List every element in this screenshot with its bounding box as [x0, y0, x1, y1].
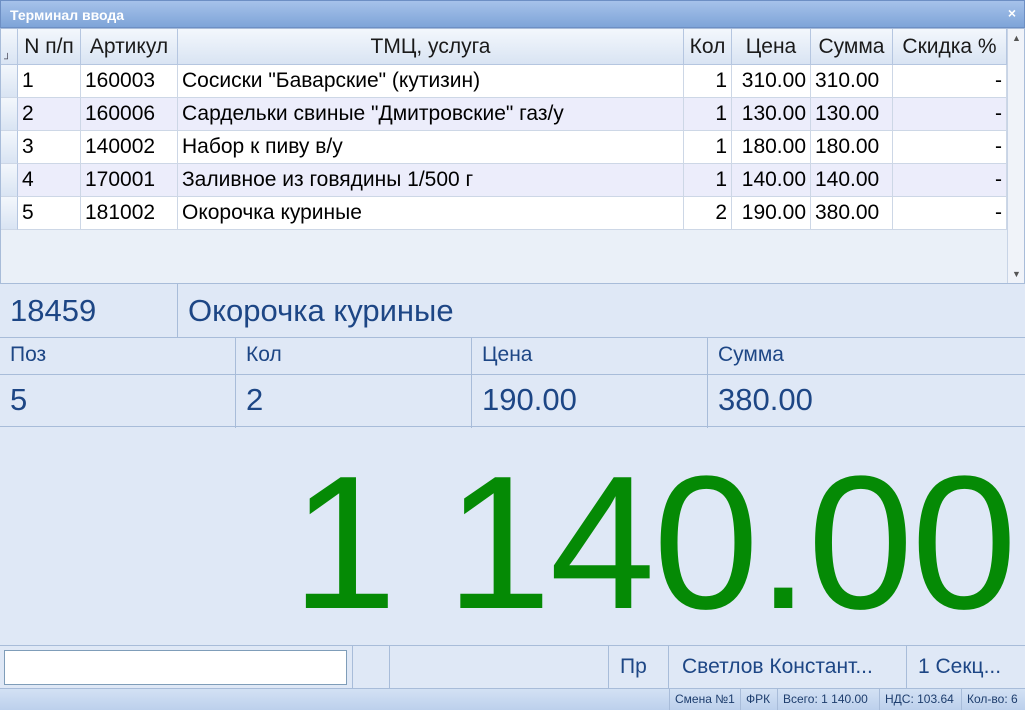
column-header-qty[interactable]: Кол	[684, 29, 732, 65]
cell-price: 190.00	[732, 197, 811, 230]
stat-sum-value: 380.00	[718, 382, 813, 417]
column-header-name[interactable]: ТМЦ, услуга	[178, 29, 684, 65]
grid-body: 1 160003 Сосиски "Баварские" (кутизин) 1…	[1, 65, 1007, 230]
column-header-article[interactable]: Артикул	[81, 29, 178, 65]
row-indicator[interactable]	[1, 65, 18, 98]
cell-qty: 1	[684, 65, 732, 98]
window-title: Терминал ввода	[10, 7, 125, 23]
cell-price: 140.00	[732, 164, 811, 197]
section-name: 1 Секц...	[906, 646, 1025, 688]
cell-discount: -	[893, 98, 1007, 131]
stat-separator	[0, 374, 235, 375]
cell-n: 5	[18, 197, 81, 230]
row-indicator[interactable]	[1, 98, 18, 131]
table-row[interactable]: 2 160006 Сардельки свиные "Дмитровские" …	[1, 98, 1007, 131]
cell-n: 2	[18, 98, 81, 131]
cell-n: 1	[18, 65, 81, 98]
stat-quantity-label: Кол	[246, 343, 282, 366]
column-header-sum[interactable]: Сумма	[811, 29, 893, 65]
cell-qty: 1	[684, 131, 732, 164]
cell-discount: -	[893, 131, 1007, 164]
close-icon[interactable]: ×	[1008, 5, 1016, 21]
cell-name: Заливное из говядины 1/500 г	[178, 164, 684, 197]
row-indicator[interactable]	[1, 164, 18, 197]
stat-position-value: 5	[10, 382, 28, 417]
cell-article: 181002	[81, 197, 178, 230]
grid-scrollbar[interactable]: ▲ ▼	[1007, 29, 1024, 283]
stat-sum: Сумма 380.00	[708, 338, 1025, 428]
cell-price: 310.00	[732, 65, 811, 98]
cell-price: 130.00	[732, 98, 811, 131]
column-header-price[interactable]: Цена	[732, 29, 811, 65]
stat-separator	[708, 374, 1025, 375]
empty-cell	[352, 646, 388, 688]
status-total: Всего: 1 140.00	[777, 689, 873, 710]
barcode-input[interactable]	[4, 650, 347, 685]
cell-qty: 2	[684, 197, 732, 230]
window-titlebar: Терминал ввода ×	[0, 0, 1025, 28]
column-header-n[interactable]: N п/п	[18, 29, 81, 65]
stat-position-label: Поз	[10, 343, 47, 366]
scroll-up-icon[interactable]: ▲	[1012, 33, 1021, 43]
row-indicator[interactable]	[1, 131, 18, 164]
cell-name: Окорочка куриные	[178, 197, 684, 230]
stat-price: Цена 190.00	[472, 338, 708, 428]
cell-n: 4	[18, 164, 81, 197]
current-item-name: Окорочка куриные	[188, 293, 454, 328]
total-display: 1 140.00	[0, 428, 1025, 644]
stat-quantity: Кол 2	[236, 338, 472, 428]
stat-separator	[472, 374, 707, 375]
status-shift: Смена №1	[669, 689, 740, 710]
table-row[interactable]: 5 181002 Окорочка куриные 2 190.00 380.0…	[1, 197, 1007, 230]
table-row[interactable]: 3 140002 Набор к пиву в/у 1 180.00 180.0…	[1, 131, 1007, 164]
cell-qty: 1	[684, 164, 732, 197]
status-vat: НДС: 103.64	[879, 689, 959, 710]
cashier-name: Светлов Констант...	[668, 646, 906, 688]
cell-article: 160006	[81, 98, 178, 131]
stats-divider	[0, 426, 1025, 427]
status-count: Кол-во: 6	[961, 689, 1023, 710]
empty-cell	[389, 646, 608, 688]
cell-price: 180.00	[732, 131, 811, 164]
grand-total: 1 140.00	[291, 437, 1017, 649]
items-grid: ┘ N п/п Артикул ТМЦ, услуга Кол Цена Сум…	[0, 28, 1025, 284]
current-item-bar: 18459 Окорочка куриные	[0, 284, 1025, 338]
table-row[interactable]: 1 160003 Сосиски "Баварские" (кутизин) 1…	[1, 65, 1007, 98]
cell-article: 160003	[81, 65, 178, 98]
stat-price-value: 190.00	[482, 382, 577, 417]
row-indicator[interactable]	[1, 197, 18, 230]
cell-name: Сардельки свиные "Дмитровские" газ/у	[178, 98, 684, 131]
cell-sum: 140.00	[811, 164, 893, 197]
cell-article: 170001	[81, 164, 178, 197]
current-item-code: 18459	[0, 284, 178, 338]
mode-indicator: Пр	[608, 646, 668, 688]
cell-sum: 310.00	[811, 65, 893, 98]
stat-sum-label: Сумма	[718, 343, 784, 366]
cell-qty: 1	[684, 98, 732, 131]
cell-sum: 180.00	[811, 131, 893, 164]
cell-name: Сосиски "Баварские" (кутизин)	[178, 65, 684, 98]
grid-corner-icon: ┘	[4, 54, 12, 65]
bottom-bar: Пр Светлов Констант... 1 Секц...	[0, 645, 1025, 688]
cell-article: 140002	[81, 131, 178, 164]
stat-price-label: Цена	[482, 343, 533, 366]
scroll-down-icon[interactable]: ▼	[1012, 269, 1021, 279]
stat-quantity-value: 2	[246, 382, 264, 417]
status-bar: Смена №1 ФРК Всего: 1 140.00 НДС: 103.64…	[0, 688, 1025, 710]
table-row[interactable]: 4 170001 Заливное из говядины 1/500 г 1 …	[1, 164, 1007, 197]
column-header-discount[interactable]: Скидка %	[893, 29, 1007, 65]
status-fiscal: ФРК	[740, 689, 775, 710]
cell-discount: -	[893, 197, 1007, 230]
cell-discount: -	[893, 65, 1007, 98]
cell-name: Набор к пиву в/у	[178, 131, 684, 164]
current-item-stats: Поз 5 Кол 2 Цена 190.00 Сумма 380.00	[0, 338, 1025, 428]
cell-n: 3	[18, 131, 81, 164]
stat-separator	[236, 374, 471, 375]
stat-position: Поз 5	[0, 338, 236, 428]
cell-sum: 130.00	[811, 98, 893, 131]
cell-sum: 380.00	[811, 197, 893, 230]
grid-header: ┘ N п/п Артикул ТМЦ, услуга Кол Цена Сум…	[1, 29, 1007, 65]
row-indicator-header[interactable]: ┘	[1, 29, 18, 65]
cell-discount: -	[893, 164, 1007, 197]
